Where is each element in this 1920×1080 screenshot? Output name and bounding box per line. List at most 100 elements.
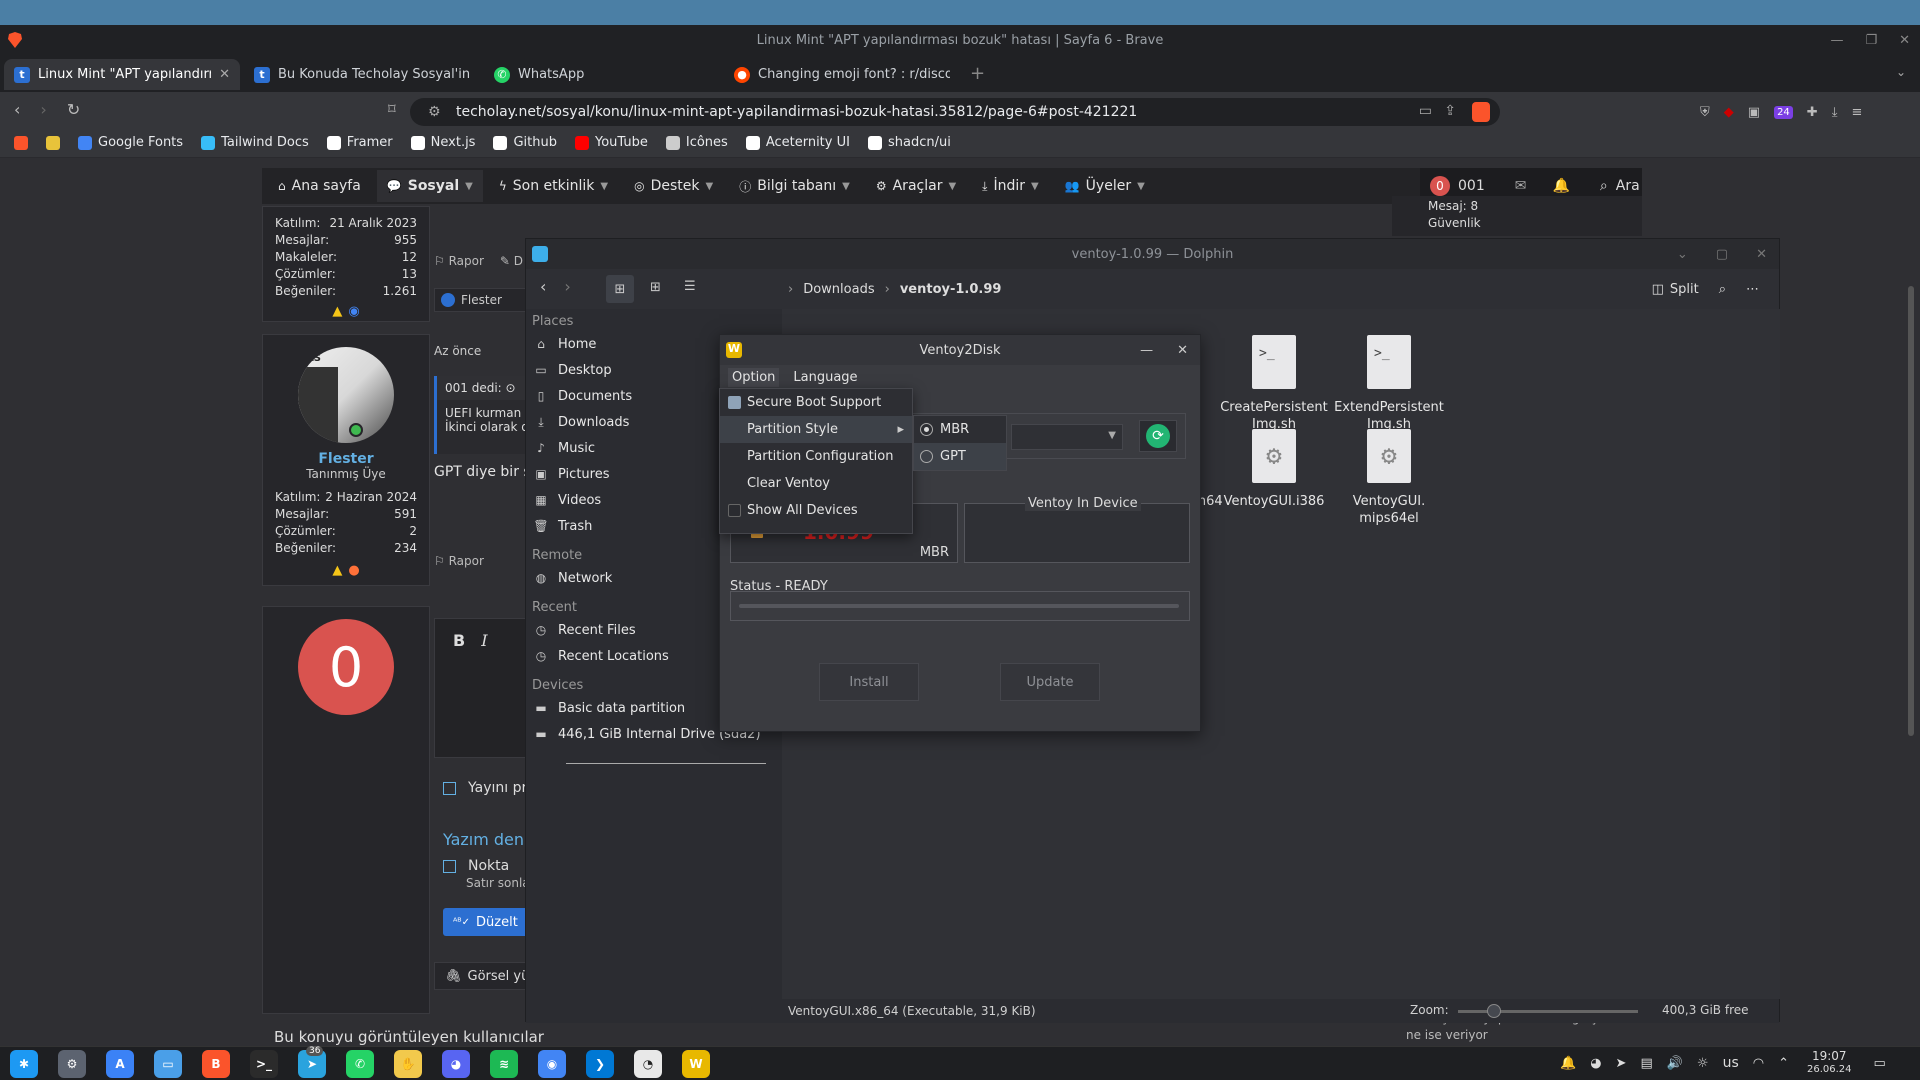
- bookmark-item[interactable]: Aceternity UI: [745, 135, 850, 150]
- hamburger-menu-icon[interactable]: ⋯: [1746, 282, 1759, 297]
- bookmark-item[interactable]: YouTube: [574, 135, 648, 150]
- bold-icon[interactable]: B: [453, 631, 465, 650]
- tab-techolay-sosyal[interactable]: t Bu Konuda Techolay Sosyal'in O: [244, 59, 480, 90]
- report-link[interactable]: ⚐ Rapor: [434, 554, 484, 568]
- vscode-icon[interactable]: ❯: [586, 1049, 614, 1078]
- italic-icon[interactable]: I: [481, 631, 487, 650]
- brightness-icon[interactable]: ☼: [1697, 1056, 1709, 1071]
- nav-item-6[interactable]: ⤓ İndir ▼: [982, 178, 1039, 194]
- keyboard-layout[interactable]: us: [1723, 1055, 1739, 1071]
- chevron-down-icon[interactable]: ▼: [1031, 181, 1039, 192]
- file-item[interactable]: ⚙ VentoyGUI. mips64el: [1319, 429, 1459, 527]
- address-bar[interactable]: ⚙ techolay.net/sosyal/konu/linux-mint-ap…: [410, 98, 1500, 126]
- cast-icon[interactable]: ▭: [1419, 103, 1432, 119]
- wifi-icon[interactable]: ◠: [1753, 1056, 1764, 1071]
- clock[interactable]: 19:07 26.06.24: [1807, 1050, 1852, 1076]
- bell-icon[interactable]: 🔔: [1560, 1056, 1576, 1071]
- bookmark-item[interactable]: Github: [493, 135, 557, 150]
- editor-box[interactable]: B I: [434, 618, 528, 758]
- option-menu-item[interactable]: Secure Boot Support: [720, 389, 912, 416]
- partition-style-option[interactable]: GPT: [914, 443, 1006, 470]
- back-icon[interactable]: ‹: [14, 100, 20, 119]
- bookmark-item[interactable]: Google Fonts: [78, 135, 183, 150]
- update-button[interactable]: Update: [1000, 663, 1100, 701]
- chrome-icon[interactable]: ◉: [538, 1049, 566, 1078]
- close-icon[interactable]: ✕: [1899, 33, 1910, 48]
- tab-close-icon[interactable]: ✕: [219, 67, 230, 82]
- extensions-puzzle-icon[interactable]: ✚: [1807, 105, 1818, 120]
- tab-search-chevron-icon[interactable]: ⌄: [1896, 65, 1906, 79]
- extension-badge[interactable]: 24: [1774, 105, 1793, 119]
- radio[interactable]: [920, 423, 933, 436]
- install-button[interactable]: Install: [819, 663, 919, 701]
- store-icon[interactable]: A: [106, 1049, 134, 1078]
- device-dropdown[interactable]: ▼: [1011, 424, 1123, 450]
- chevron-down-icon[interactable]: ▼: [948, 181, 956, 192]
- free-space[interactable]: 400,3 GiB free: [1662, 1003, 1749, 1017]
- reply-avatar[interactable]: 0: [298, 619, 394, 715]
- bookmark-item[interactable]: Next.js: [410, 135, 475, 150]
- restore-icon[interactable]: ❐: [1865, 33, 1877, 48]
- zoom-slider[interactable]: [1458, 1004, 1638, 1018]
- extension-shield-icon[interactable]: ⛨: [1700, 105, 1710, 120]
- bookmark-page-icon[interactable]: ⌑: [388, 100, 396, 118]
- nav-item-1[interactable]: 💬 Sosyal ▼: [376, 170, 483, 202]
- site-info-icon[interactable]: ⚙: [428, 104, 441, 120]
- ventoy-icon[interactable]: W: [682, 1049, 710, 1078]
- publish-checkbox[interactable]: Yayını pr: [443, 780, 527, 796]
- nav-item-7[interactable]: 👥 Üyeler ▼: [1065, 178, 1145, 194]
- bookmark-item[interactable]: shadcn/ui: [867, 135, 951, 150]
- ublock-icon[interactable]: ◆: [1724, 105, 1734, 120]
- checkbox[interactable]: [728, 504, 741, 517]
- brave-icon[interactable]: B: [202, 1049, 230, 1078]
- hand-icon[interactable]: ✋: [394, 1049, 422, 1078]
- bookmark-item[interactable]: Framer: [326, 135, 393, 150]
- upload-image-button[interactable]: 🖇 Görsel yük: [434, 962, 537, 990]
- kde-icon[interactable]: ✱: [10, 1049, 38, 1078]
- discord-tray-icon[interactable]: ◕: [1590, 1056, 1601, 1071]
- fix-button[interactable]: ᴬᴮ✓ Düzelt: [443, 908, 529, 936]
- search-icon[interactable]: ⌕: [1600, 178, 1608, 194]
- reload-icon[interactable]: ↻: [67, 100, 80, 119]
- close-icon[interactable]: ✕: [1177, 343, 1188, 358]
- avatar[interactable]: KS: [298, 347, 394, 443]
- forward-icon[interactable]: ›: [564, 277, 570, 296]
- files-icon[interactable]: ▭: [154, 1049, 182, 1078]
- nav-item-2[interactable]: ϟ Son etkinlik ▼: [499, 178, 608, 194]
- settings-icon[interactable]: ⚙: [58, 1049, 86, 1078]
- file-item[interactable]: >_ ExtendPersistent Img.sh: [1319, 335, 1459, 433]
- minimize-icon[interactable]: —: [1140, 343, 1153, 358]
- ghost-icon[interactable]: ◔: [634, 1049, 662, 1078]
- breadcrumb-ventoy[interactable]: ventoy-1.0.99: [900, 282, 1002, 297]
- clipboard-icon[interactable]: ▤: [1640, 1056, 1652, 1071]
- chevron-down-icon[interactable]: ▼: [600, 181, 608, 192]
- brave-shield-icon[interactable]: [1472, 102, 1490, 122]
- menu-icon[interactable]: ≡: [1851, 105, 1862, 120]
- icons-view-button[interactable]: ⊞: [606, 275, 634, 303]
- option-menu-item[interactable]: Partition Configuration: [720, 443, 912, 470]
- close-icon[interactable]: ✕: [1756, 247, 1767, 262]
- menu-language[interactable]: Language: [793, 370, 857, 385]
- checkbox[interactable]: [728, 396, 741, 409]
- chevron-down-icon[interactable]: ▼: [706, 181, 714, 192]
- messages-icon[interactable]: ✉: [1515, 178, 1527, 194]
- bell-icon[interactable]: 🔔: [1552, 178, 1569, 194]
- minimize-icon[interactable]: —: [1830, 33, 1843, 48]
- zoom-slider-handle[interactable]: [1487, 1004, 1501, 1018]
- tab-reddit[interactable]: ● Changing emoji font? : r/discord: [724, 59, 960, 90]
- author-name[interactable]: Flester: [275, 451, 417, 467]
- back-icon[interactable]: ‹: [540, 277, 546, 296]
- chevron-down-icon[interactable]: ▼: [465, 181, 473, 192]
- bookmark-item[interactable]: [46, 135, 60, 150]
- new-tab-icon[interactable]: +: [970, 63, 985, 84]
- bookmark-item[interactable]: Icônes: [665, 135, 728, 150]
- nav-item-0[interactable]: ⌂ Ana sayfa: [278, 178, 361, 194]
- nav-item-5[interactable]: ⚙ Araçlar ▼: [876, 178, 956, 194]
- tab-linux-mint[interactable]: t Linux Mint "APT yapılandırm ✕: [4, 59, 240, 90]
- report-link[interactable]: ⚐ Rapor: [434, 254, 484, 268]
- search-label[interactable]: Ara: [1616, 178, 1640, 194]
- split-button[interactable]: ◫ Split: [1652, 282, 1699, 297]
- nav-item-3[interactable]: ◎ Destek ▼: [634, 178, 713, 194]
- bookmark-item[interactable]: Tailwind Docs: [201, 135, 309, 150]
- extension-icon[interactable]: ▣: [1748, 105, 1760, 120]
